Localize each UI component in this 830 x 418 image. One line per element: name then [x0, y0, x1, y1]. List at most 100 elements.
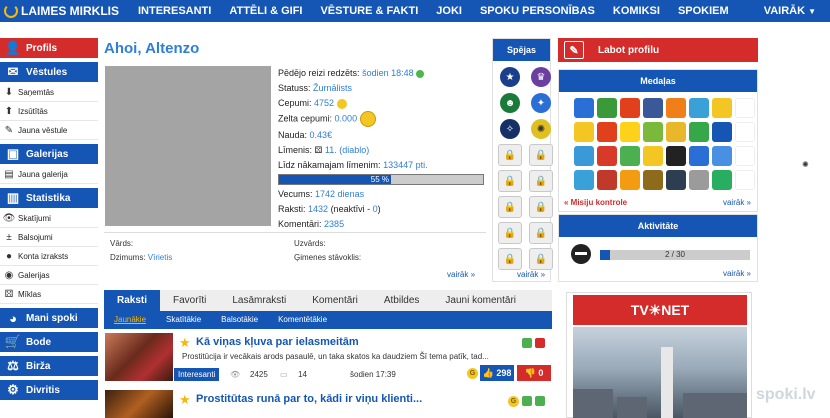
nav-joki[interactable]: JOKI [427, 0, 471, 22]
medal-icon[interactable] [712, 98, 732, 118]
medal-icon[interactable] [574, 122, 594, 142]
medal-icon[interactable] [666, 122, 686, 142]
status-value[interactable]: Žurnālists [313, 83, 352, 93]
ability-slot[interactable]: 🔒 [528, 222, 554, 244]
medal-icon[interactable] [620, 146, 640, 166]
medal-icon[interactable] [689, 122, 709, 142]
sidebar-item-divritis[interactable]: ⚙ Divritis [0, 380, 98, 400]
sidebar-item-galerijas[interactable]: ▣ Galerijas [0, 144, 98, 164]
like-button[interactable]: 👍 298 [480, 365, 514, 381]
nav-komiksi[interactable]: KOMIKSI [604, 0, 669, 22]
ability-slot[interactable]: ✧ [497, 118, 523, 140]
ability-slot[interactable]: ♛ [528, 66, 554, 88]
sidebar-subitem-jauna-galerija[interactable]: ▤ Jauna galerija [0, 165, 98, 184]
medal-icon[interactable] [735, 146, 755, 166]
ability-slot[interactable]: ★ [497, 66, 523, 88]
site-logo-link[interactable]: LAIMES MIRKLIS [0, 0, 129, 22]
sidebar-item-vestules[interactable]: ✉ Vēstules [0, 62, 98, 82]
tab-atbildes[interactable]: Atbildes [371, 290, 433, 311]
nav-more-dropdown[interactable]: VAIRĀK ▼ [755, 0, 830, 22]
ability-slot[interactable]: 🔒 [497, 222, 523, 244]
medal-icon[interactable] [712, 170, 732, 190]
medal-icon[interactable] [643, 98, 663, 118]
medal-icon[interactable] [574, 170, 594, 190]
activity-more-link[interactable]: vairāk » [723, 269, 751, 278]
medal-icon[interactable] [643, 122, 663, 142]
nav-spokiem[interactable]: SPOKIEM [669, 0, 738, 22]
article-thumbnail[interactable] [105, 333, 173, 381]
medal-icon[interactable] [574, 146, 594, 166]
nav-interesanti[interactable]: INTERESANTI [129, 0, 220, 22]
tab-jauni-komentari[interactable]: Jauni komentāri [432, 290, 529, 311]
medal-icon[interactable] [689, 146, 709, 166]
medal-icon[interactable] [666, 170, 686, 190]
nav-atteli-gifi[interactable]: ATTĒLI & GIFI [220, 0, 311, 22]
ability-slot[interactable]: ✦ [528, 92, 554, 114]
ability-slot[interactable]: 🔒 [497, 248, 523, 270]
medal-icon[interactable] [574, 98, 594, 118]
sidebar-subitem-balsojumi[interactable]: ± Balsojumi [0, 228, 98, 247]
medal-icon[interactable] [666, 98, 686, 118]
ability-slot[interactable]: 🔒 [528, 144, 554, 166]
medal-icon[interactable] [666, 146, 686, 166]
medal-icon[interactable] [735, 122, 755, 142]
medals-more-link[interactable]: vairāk » [723, 198, 751, 207]
sidebar-item-bode[interactable]: 🛒 Bode [0, 332, 98, 352]
medal-icon[interactable] [735, 98, 755, 118]
ability-slot[interactable]: 🔒 [528, 170, 554, 192]
medal-icon[interactable] [689, 98, 709, 118]
abilities-more-link[interactable]: vairāk » [517, 270, 545, 279]
tab-lasamraksti[interactable]: Lasāmraksti [219, 290, 299, 311]
medal-icon[interactable] [620, 98, 640, 118]
medal-icon[interactable] [689, 170, 709, 190]
medal-icon[interactable] [712, 146, 732, 166]
ability-slot[interactable]: 🔒 [497, 144, 523, 166]
article-category[interactable]: Interesanti [174, 368, 220, 381]
sidebar-subitem-galerijas[interactable]: ◉ Galerijas [0, 266, 98, 285]
profile-more-link[interactable]: vairāk » [447, 270, 475, 279]
sidebar-subitem-sanemtas[interactable]: ⬇ Saņemtās [0, 83, 98, 102]
avatar[interactable] [105, 66, 271, 226]
ability-slot[interactable]: ✺ [528, 118, 554, 140]
subtab-komentetakie[interactable]: Komentētākie [268, 311, 337, 329]
medal-icon[interactable] [597, 122, 617, 142]
article-title[interactable]: Kā viņas kļuva par ielasmeitām [196, 336, 359, 348]
tab-favoriti[interactable]: Favorīti [160, 290, 219, 311]
ability-slot[interactable]: 🔒 [497, 196, 523, 218]
nav-vesture-fakti[interactable]: VĒSTURE & FAKTI [311, 0, 427, 22]
nav-spoku-personibas[interactable]: SPOKU PERSONĪBAS [471, 0, 604, 22]
medal-icon[interactable] [712, 122, 732, 142]
article-thumbnail[interactable] [105, 390, 173, 418]
ability-slot[interactable]: 🔒 [528, 196, 554, 218]
tab-komentari[interactable]: Komentāri [299, 290, 371, 311]
article-title[interactable]: Prostitūtas runā par to, kādi ir viņu kl… [196, 393, 422, 405]
sidebar-subitem-skatijumi[interactable]: 👁 Skatījumi [0, 209, 98, 228]
sidebar-subitem-jauna-vestule[interactable]: ✎ Jauna vēstule [0, 121, 98, 140]
edit-profile-button[interactable]: ✎ Labot profilu [558, 38, 758, 62]
sidebar-subitem-izsutitas[interactable]: ⬆ Izsūtītās [0, 102, 98, 121]
subtab-jaunakie[interactable]: Jaunākie [104, 311, 156, 329]
ability-slot[interactable]: ☻ [497, 92, 523, 114]
medal-icon[interactable] [735, 170, 755, 190]
medal-icon[interactable] [643, 146, 663, 166]
sidebar-item-birza[interactable]: ⚖ Birža [0, 356, 98, 376]
sidebar-item-profils[interactable]: 👤 Profils [0, 38, 98, 58]
medal-icon[interactable] [643, 170, 663, 190]
medal-icon[interactable] [620, 122, 640, 142]
sidebar-subitem-miklas[interactable]: ⚄ Mīklas [0, 285, 98, 304]
subtab-skatitakie[interactable]: Skatītākie [156, 311, 211, 329]
ability-slot[interactable]: 🔒 [497, 170, 523, 192]
medal-icon[interactable] [597, 98, 617, 118]
mission-control-link[interactable]: « Misiju kontrole [564, 198, 627, 207]
advertisement[interactable]: TV☀NET [566, 292, 752, 418]
subtab-balsotakie[interactable]: Balsotākie [211, 311, 268, 329]
sidebar-item-statistika[interactable]: ▥ Statistika [0, 188, 98, 208]
sidebar-item-mani-spoki[interactable]: ◕ Mani spoki [0, 308, 98, 328]
ability-slot[interactable]: 🔒 [528, 248, 554, 270]
medal-icon[interactable] [597, 146, 617, 166]
sidebar-subitem-konta-izraksts[interactable]: ● Konta izraksts [0, 247, 98, 266]
tab-raksti[interactable]: Raksti [104, 290, 161, 311]
dislike-button[interactable]: 👎 0 [517, 365, 551, 381]
medal-icon[interactable] [597, 170, 617, 190]
medal-icon[interactable] [620, 170, 640, 190]
